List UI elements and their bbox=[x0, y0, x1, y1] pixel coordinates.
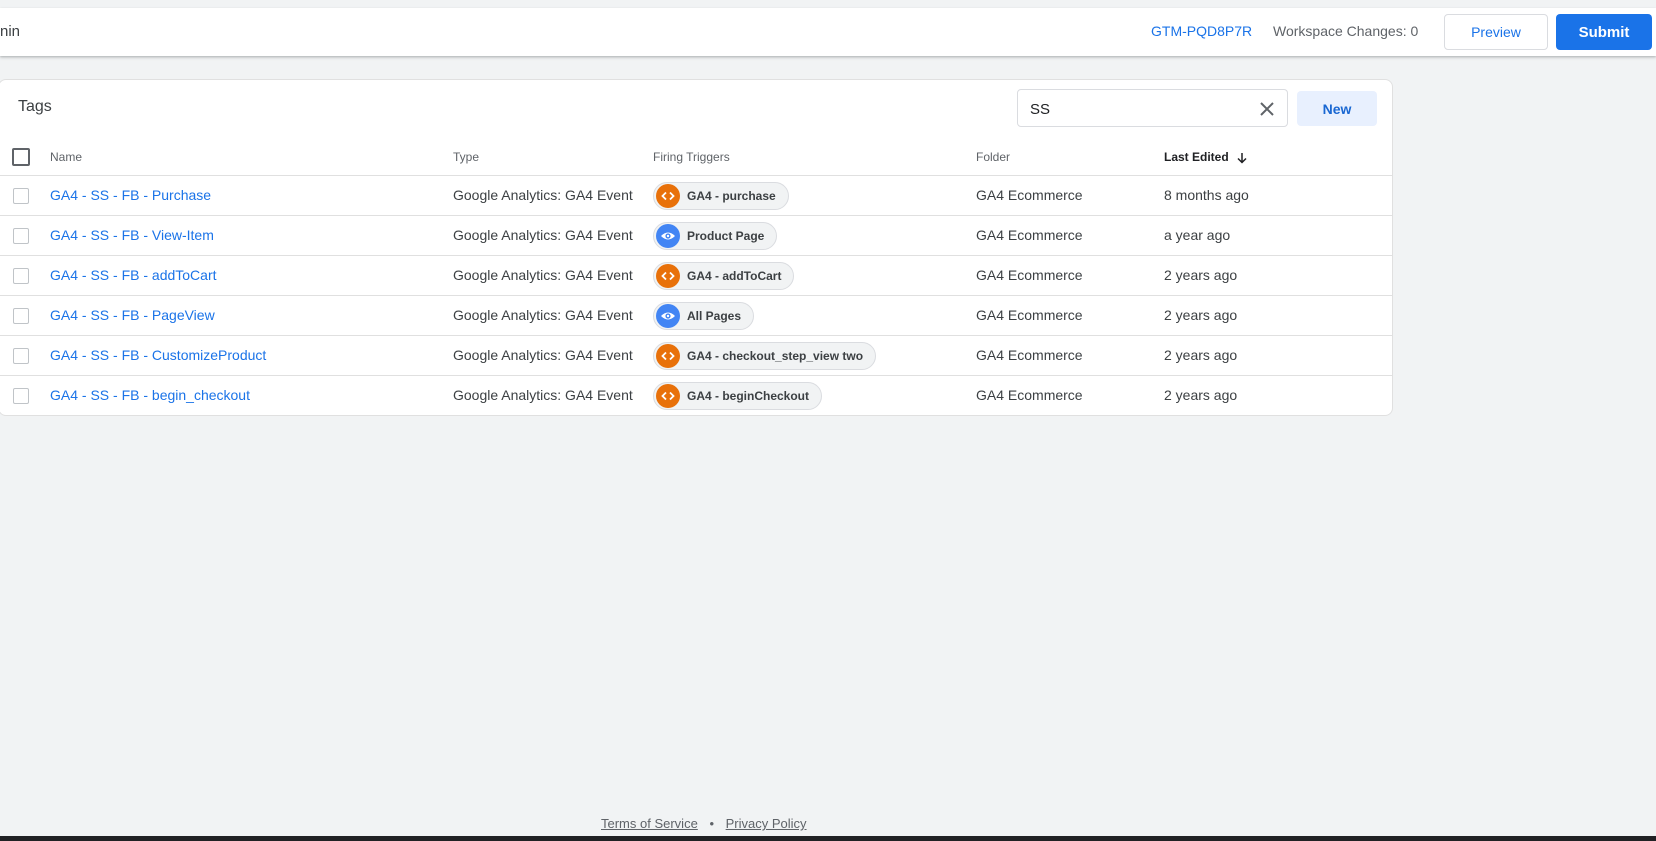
tag-folder: GA4 Ecommerce bbox=[976, 387, 1083, 403]
panel-title: Tags bbox=[18, 98, 52, 115]
tag-last-edited: 2 years ago bbox=[1164, 267, 1238, 283]
tag-type: Google Analytics: GA4 Event bbox=[453, 227, 633, 243]
privacy-policy-link[interactable]: Privacy Policy bbox=[726, 816, 807, 831]
close-icon[interactable] bbox=[1257, 99, 1277, 119]
trigger-label: Product Page bbox=[687, 229, 765, 243]
trigger-chip[interactable]: GA4 - purchase bbox=[653, 182, 789, 210]
eye-icon bbox=[656, 224, 680, 248]
code-icon bbox=[656, 384, 680, 408]
bottom-bar bbox=[0, 836, 1656, 841]
new-tag-button[interactable]: New bbox=[1297, 91, 1377, 126]
tag-name-link[interactable]: GA4 - SS - FB - addToCart bbox=[50, 267, 217, 283]
trigger-label: GA4 - addToCart bbox=[687, 269, 782, 283]
submit-button[interactable]: Submit bbox=[1556, 14, 1652, 50]
column-header-last-edited-label: Last Edited bbox=[1164, 150, 1229, 164]
tag-last-edited: 2 years ago bbox=[1164, 387, 1238, 403]
tag-name-link[interactable]: GA4 - SS - FB - Purchase bbox=[50, 187, 211, 203]
table-row[interactable]: GA4 - SS - FB - PageView Google Analytics… bbox=[0, 296, 1392, 336]
tag-folder: GA4 Ecommerce bbox=[976, 187, 1083, 203]
select-all-checkbox[interactable] bbox=[12, 148, 30, 166]
workspace-name-fragment: nin bbox=[0, 23, 21, 40]
preview-button[interactable]: Preview bbox=[1444, 14, 1548, 50]
code-icon bbox=[656, 344, 680, 368]
row-checkbox[interactable] bbox=[13, 388, 29, 404]
column-header-folder[interactable]: Folder bbox=[976, 150, 1010, 164]
tag-type: Google Analytics: GA4 Event bbox=[453, 187, 633, 203]
tag-type: Google Analytics: GA4 Event bbox=[453, 347, 633, 363]
trigger-chip[interactable]: GA4 - checkout_step_view two bbox=[653, 342, 877, 370]
trigger-label: GA4 - checkout_step_view two bbox=[687, 349, 864, 363]
tag-type: Google Analytics: GA4 Event bbox=[453, 307, 633, 323]
footer: Terms of Service • Privacy Policy bbox=[601, 816, 807, 831]
tag-last-edited: 8 months ago bbox=[1164, 187, 1249, 203]
row-checkbox[interactable] bbox=[13, 268, 29, 284]
row-checkbox[interactable] bbox=[13, 188, 29, 204]
arrow-down-icon bbox=[1237, 152, 1247, 164]
table-row[interactable]: GA4 - SS - FB - CustomizeProduct Google A… bbox=[0, 336, 1392, 376]
tag-folder: GA4 Ecommerce bbox=[976, 227, 1083, 243]
row-checkbox[interactable] bbox=[13, 348, 29, 364]
trigger-label: GA4 - purchase bbox=[687, 189, 776, 203]
column-header-name[interactable]: Name bbox=[50, 150, 82, 164]
tag-type: Google Analytics: GA4 Event bbox=[453, 267, 633, 283]
tag-folder: GA4 Ecommerce bbox=[976, 347, 1083, 363]
code-icon bbox=[656, 184, 680, 208]
table-row[interactable]: GA4 - SS - FB - addToCart Google Analytic… bbox=[0, 256, 1392, 296]
row-checkbox[interactable] bbox=[13, 308, 29, 324]
tag-name-link[interactable]: GA4 - SS - FB - View-Item bbox=[50, 227, 214, 243]
trigger-chip[interactable]: All Pages bbox=[653, 302, 755, 330]
table-row[interactable]: GA4 - SS - FB - View-Item Google Analytic… bbox=[0, 216, 1392, 256]
tag-last-edited: 2 years ago bbox=[1164, 347, 1238, 363]
trigger-label: All Pages bbox=[687, 309, 742, 323]
tag-folder: GA4 Ecommerce bbox=[976, 307, 1083, 323]
search-box bbox=[1017, 89, 1288, 127]
container-id-link[interactable]: GTM-PQD8P7R bbox=[1151, 23, 1252, 39]
footer-separator: • bbox=[709, 816, 714, 831]
table-row[interactable]: GA4 - SS - FB - begin_checkout Google Ana… bbox=[0, 376, 1392, 416]
trigger-chip[interactable]: GA4 - addToCart bbox=[653, 262, 795, 290]
code-icon bbox=[656, 264, 680, 288]
table-row[interactable]: GA4 - SS - FB - Purchase Google Analytics… bbox=[0, 176, 1392, 216]
column-header-type[interactable]: Type bbox=[453, 150, 479, 164]
tag-name-link[interactable]: GA4 - SS - FB - PageView bbox=[50, 307, 215, 323]
column-header-firing-triggers[interactable]: Firing Triggers bbox=[653, 150, 730, 164]
terms-of-service-link[interactable]: Terms of Service bbox=[601, 816, 698, 831]
trigger-label: GA4 - beginCheckout bbox=[687, 389, 810, 403]
tags-panel: Tags New Name Type Firing Triggers Folde… bbox=[0, 79, 1393, 416]
search-input[interactable] bbox=[1030, 99, 1250, 119]
tag-last-edited: a year ago bbox=[1164, 227, 1231, 243]
table-header: Name Type Firing Triggers Folder Last Ed… bbox=[0, 136, 1392, 176]
trigger-chip[interactable]: Product Page bbox=[653, 222, 778, 250]
tag-folder: GA4 Ecommerce bbox=[976, 267, 1083, 283]
tag-type: Google Analytics: GA4 Event bbox=[453, 387, 633, 403]
top-bar: nin GTM-PQD8P7R Workspace Changes: 0 Pre… bbox=[0, 8, 1656, 56]
row-checkbox[interactable] bbox=[13, 228, 29, 244]
eye-icon bbox=[656, 304, 680, 328]
column-header-last-edited[interactable]: Last Edited bbox=[1164, 150, 1248, 164]
tag-name-link[interactable]: GA4 - SS - FB - begin_checkout bbox=[50, 387, 250, 403]
tag-last-edited: 2 years ago bbox=[1164, 307, 1238, 323]
workspace-changes: Workspace Changes: 0 bbox=[1273, 23, 1419, 39]
tag-name-link[interactable]: GA4 - SS - FB - CustomizeProduct bbox=[50, 347, 266, 363]
trigger-chip[interactable]: GA4 - beginCheckout bbox=[653, 382, 823, 410]
